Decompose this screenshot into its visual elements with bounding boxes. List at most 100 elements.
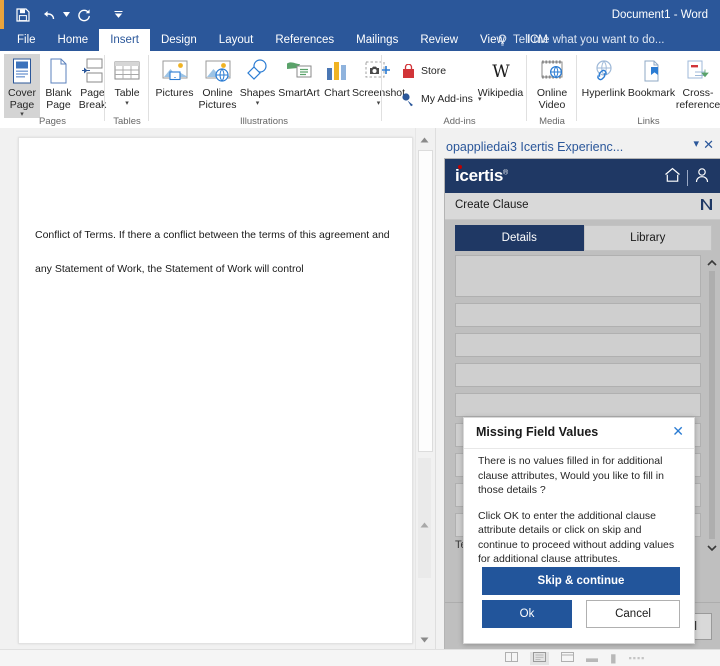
screenshot-dropdown-icon[interactable]: ▾ [377,100,381,107]
svg-text:W: W [492,62,510,82]
form-field[interactable] [455,255,701,297]
dialog-paragraph-1: There is no values filled in for additio… [478,455,664,496]
read-mode-icon[interactable] [505,651,518,665]
pane-scroll-up-icon[interactable] [706,255,718,269]
task-pane-menu-icon[interactable]: ▾ [693,139,699,150]
redo-icon[interactable] [71,3,97,27]
zoom-in-icon[interactable]: ▪▪▪▪ [629,653,646,663]
pane-scrollbar-track[interactable] [709,271,715,539]
workspace: Conflict of Terms. If there a conflict b… [0,128,720,650]
form-field[interactable] [455,333,701,357]
table-button[interactable]: Table ▾ [109,54,145,107]
task-pane-title: opappliedai3 Icertis Experienc... [446,140,624,154]
page-break-icon [81,54,105,88]
document-page[interactable]: Conflict of Terms. If there a conflict b… [18,137,413,644]
store-icon [400,63,416,79]
shapes-dropdown-icon[interactable]: ▾ [256,100,260,107]
pictures-button[interactable]: Pictures [153,54,196,100]
document-scrollbar[interactable] [415,128,433,650]
wikipedia-button[interactable]: W Wikipedia [477,54,524,100]
cross-reference-icon [685,54,711,88]
cross-reference-button[interactable]: Cross- reference [676,54,720,111]
tab-insert[interactable]: Insert [99,29,150,51]
tab-details[interactable]: Details [455,225,584,251]
accent-strip [0,0,4,29]
tab-mailings[interactable]: Mailings [345,29,409,51]
zoom-out-icon[interactable]: ▬ [586,651,598,665]
form-field[interactable] [455,303,701,327]
hyperlink-button[interactable]: Hyperlink [580,54,627,100]
form-field[interactable] [455,363,701,387]
chart-button[interactable]: Chart [322,54,352,100]
group-label-illustrations: Illustrations [239,116,289,127]
form-field[interactable] [455,393,701,417]
dialog-close-icon[interactable]: ✕ [672,424,684,438]
home-icon[interactable] [664,167,681,188]
wikipedia-icon: W [488,54,514,88]
expand-icon[interactable] [700,198,713,214]
skip-and-continue-button[interactable]: Skip & continue [482,567,680,595]
tab-review[interactable]: Review [409,29,469,51]
tab-references[interactable]: References [264,29,345,51]
shapes-button[interactable]: Shapes ▾ [239,54,276,107]
blank-page-label: Blank Page [45,87,72,111]
pane-scroll-down-icon[interactable] [706,541,718,555]
user-account-icon[interactable] [694,167,710,188]
word-application-window: Document1 - Word File Home Insert Design… [0,0,720,666]
tell-me-search[interactable]: Tell me what you want to do... [497,29,665,51]
tab-home[interactable]: Home [47,29,100,51]
dialog-body: There is no values filled in for additio… [478,454,680,578]
document-scrollbar-thumb[interactable] [418,150,433,452]
ribbon-group-addins: Store My Add-ins ▾ W Wikipedia Add-ins [392,51,527,128]
close-icon[interactable]: ✕ [703,138,714,151]
cover-page-button[interactable]: Cover Page ▾ [4,54,40,118]
online-video-icon [539,54,565,88]
ribbon-tabs: File Home Insert Design Layout Reference… [6,29,559,51]
bookmark-button[interactable]: Bookmark [628,54,675,100]
bookmark-icon [640,54,664,88]
table-dropdown-icon[interactable]: ▾ [125,100,129,107]
group-label-links: Links [637,116,660,127]
task-pane-tabs: Details Library [455,225,712,251]
web-layout-icon[interactable] [561,651,574,665]
scroll-down-icon[interactable] [416,632,433,648]
icertis-logo: icertis® [455,165,508,186]
tab-file[interactable]: File [6,29,47,51]
blank-page-icon [48,54,69,88]
zoom-slider[interactable]: ▮ [610,651,617,665]
status-bar: ▬ ▮ ▪▪▪▪ [0,649,720,666]
document-text[interactable]: Conflict of Terms. If there a conflict b… [35,218,391,286]
icertis-logo-tm: ® [503,169,508,177]
smartart-button[interactable]: SmartArt [277,54,321,100]
dialog-header: Missing Field Values ✕ [464,418,694,449]
scroll-page-up-icon[interactable] [416,520,433,530]
online-video-label: Online Video [536,87,568,111]
my-addins-button[interactable]: My Add-ins ▾ [400,91,481,107]
dialog-cancel-button[interactable]: Cancel [586,600,680,628]
shapes-icon [245,54,271,88]
tab-layout[interactable]: Layout [208,29,265,51]
pictures-label: Pictures [155,87,194,99]
quick-access-toolbar [10,0,131,29]
document-paragraph-2: any Statement of Work, the Statement of … [35,263,304,275]
chart-label: Chart [324,87,350,99]
tab-library[interactable]: Library [583,225,712,251]
ok-button[interactable]: Ok [482,600,572,628]
dialog-paragraph-2: Click OK to enter the additional clause … [478,509,675,566]
task-pane-inner-scrollbar[interactable] [706,255,718,555]
online-video-button[interactable]: Online Video [532,54,572,111]
save-icon[interactable] [10,3,36,27]
print-layout-icon[interactable] [530,651,549,665]
task-pane-header: opappliedai3 Icertis Experienc... ▾ ✕ [436,134,720,160]
my-addins-label: My Add-ins [421,93,473,105]
document-scrollbar-track[interactable] [418,458,431,578]
tab-design[interactable]: Design [150,29,208,51]
customize-qat-icon[interactable] [105,3,131,27]
store-button[interactable]: Store [400,63,446,79]
undo-dropdown-icon[interactable] [62,3,71,27]
cross-reference-label: Cross- reference [675,87,720,111]
undo-icon[interactable] [36,3,62,27]
blank-page-button[interactable]: Blank Page [42,54,75,111]
online-pictures-button[interactable]: Online Pictures [197,54,238,111]
scroll-up-icon[interactable] [416,132,433,148]
